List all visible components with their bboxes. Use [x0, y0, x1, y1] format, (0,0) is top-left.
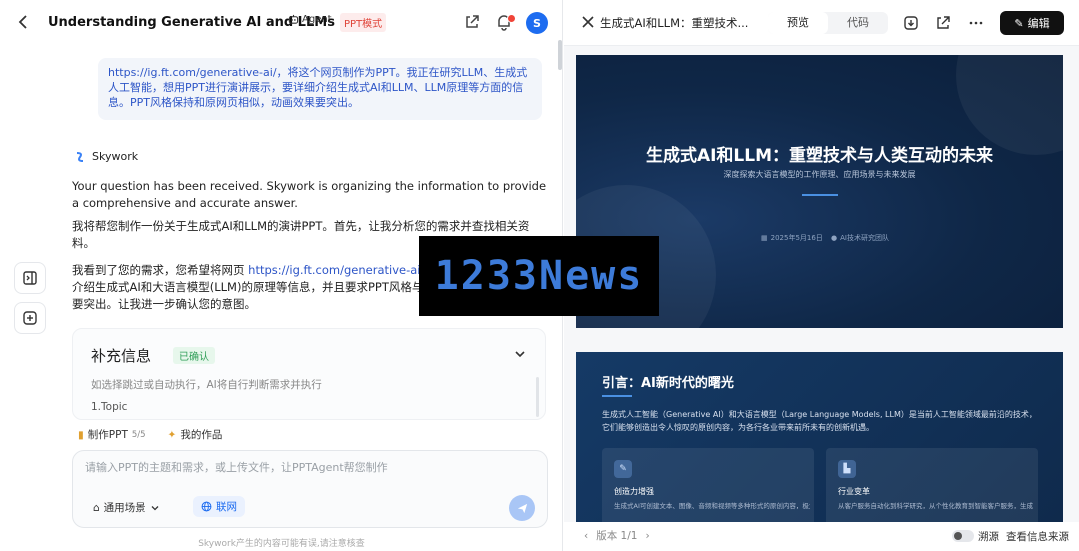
prompt-input[interactable] — [85, 461, 525, 474]
my-works-label: 我的作品 — [180, 429, 223, 441]
slide-cover-date: ▦ 2025年5月16日 — [761, 233, 823, 243]
answer-english: Your question has been received. Skywork… — [72, 179, 547, 210]
plus-icon — [23, 311, 37, 325]
supplement-scrollbar[interactable] — [536, 377, 539, 417]
assistant-header: Skywork — [74, 150, 138, 163]
disclaimer: Skywork产生的内容可能有误,请注意核查 — [198, 539, 365, 549]
my-works-chip[interactable]: ✦ 我的作品 — [161, 424, 229, 445]
tab-preview[interactable]: 预览 — [768, 12, 828, 34]
calendar-icon: ▦ — [761, 234, 768, 242]
share-icon[interactable] — [934, 14, 952, 32]
preview-title: 生成式AI和LLM：重塑技术... — [600, 16, 749, 30]
scene-selector[interactable]: ⌂ 通用场景 — [87, 497, 166, 518]
assistant-name: Skywork — [92, 150, 139, 163]
brush-icon: ✎ — [614, 460, 632, 478]
preview-footer: ‹ 版本 1/1 › 溯源 查看信息来源 — [564, 522, 1079, 551]
avatar[interactable]: S — [526, 12, 548, 34]
version-label: 版本 1/1 — [596, 530, 638, 542]
notification-dot — [507, 14, 516, 23]
slide-intro-card: ▙ 行业变革 从客户服务自动化到科学研究，从个性化教育到智能客户服务，生成 — [826, 448, 1038, 522]
send-icon — [517, 503, 527, 513]
chevron-down-icon — [151, 505, 159, 510]
confirmed-badge: 已确认 — [173, 347, 215, 364]
slide-cover-author: ● AI技术研究团队 — [831, 233, 889, 243]
chat-scrollbar[interactable] — [558, 40, 562, 70]
make-ppt-count: 5/5 — [131, 429, 146, 440]
network-toggle[interactable]: 联网 — [193, 496, 245, 517]
back-arrow-icon[interactable] — [14, 12, 34, 32]
slide-intro[interactable]: 引言：AI新时代的曙光 生成式人工智能（Generative AI）和大语言模型… — [576, 352, 1063, 522]
make-ppt-chip[interactable]: ▮ 制作PPT 5/5 — [72, 424, 152, 445]
download-icon[interactable] — [902, 14, 920, 32]
chevron-down-icon[interactable] — [513, 347, 527, 361]
slide-cover-author-text: AI技术研究团队 — [840, 234, 889, 242]
card-text: 从客户服务自动化到科学研究，从个性化教育到智能客户服务，生成 — [838, 502, 1033, 510]
collapse-panel-button[interactable] — [14, 262, 46, 294]
view-switch: 预览 代码 — [768, 12, 888, 34]
edit-button[interactable]: ✎ 编辑 — [1000, 11, 1064, 35]
supplement-card: 补充信息 已确认 如选择跳过或自动执行，AI将自行判断需求并执行 1.Topic — [72, 328, 546, 420]
user-icon: ● — [831, 234, 838, 242]
make-ppt-label: 制作PPT — [87, 429, 128, 441]
skywork-logo-icon — [76, 151, 84, 162]
slide-intro-card: ✎ 创造力增强 生成式AI可创建文本、图像、音频和视频等多种形式的原创内容，极大 — [602, 448, 814, 522]
slide-intro-title: 引言：AI新时代的曙光 — [602, 376, 734, 391]
slide-cover-divider — [802, 194, 838, 196]
share-icon[interactable] — [462, 12, 482, 32]
tab-code[interactable]: 代码 — [828, 12, 888, 34]
version-pager: ‹ 版本 1/1 › — [584, 528, 650, 543]
view-sources-link[interactable]: 查看信息来源 — [1006, 529, 1069, 544]
close-icon[interactable] — [580, 14, 596, 30]
card-text: 生成式AI可创建文本、图像、音频和视频等多种形式的原创内容，极大 — [614, 502, 810, 510]
pencil-icon: ✎ — [1014, 16, 1024, 30]
globe-icon — [201, 501, 212, 512]
agent-icon — [288, 14, 299, 24]
scene-icon: ⌂ — [93, 501, 100, 514]
watermark-text: 1233News — [434, 253, 644, 299]
supplement-desc: 如选择跳过或自动执行，AI将自行判断需求并执行 — [91, 379, 322, 391]
factory-icon: ▙ — [838, 460, 856, 478]
slide-intro-bar — [602, 395, 632, 397]
answer-confirm-link[interactable]: https://ig.ft.com/generative-ai/ — [248, 263, 424, 277]
watermark-logo: 1233News — [419, 236, 659, 316]
slide-cover-title: 生成式AI和LLM：重塑技术与人类互动的未来 — [645, 146, 994, 166]
supplement-topic: 1.Topic — [91, 401, 128, 413]
slide-cover-subtitle: 深度探索大语言模型的工作原理、应用场景与未来发展 — [723, 170, 916, 179]
card-title: 行业变革 — [838, 487, 870, 496]
agent-badge: Agent — [288, 14, 332, 25]
chevron-right-icon[interactable]: › — [645, 530, 649, 542]
answer-confirm-pre: 我看到了您的需求，您希望将网页 — [72, 263, 249, 277]
ppt-mode-tag[interactable]: PPT模式 — [340, 13, 387, 32]
network-label: 联网 — [216, 501, 237, 513]
scene-label: 通用场景 — [103, 502, 146, 514]
card-title: 创造力增强 — [614, 487, 654, 496]
agent-label: Agent — [302, 14, 332, 25]
supplement-title: 补充信息 — [91, 347, 152, 365]
send-button[interactable] — [509, 495, 535, 521]
user-message-link[interactable]: https://ig.ft.com/generative-ai/ — [108, 66, 277, 79]
decor-circle — [956, 55, 1063, 155]
trace-label: 溯源 — [978, 531, 999, 543]
preview-header: 生成式AI和LLM：重塑技术... 预览 代码 ✎ 编辑 — [564, 0, 1079, 46]
user-message: https://ig.ft.com/generative-ai/，将这个网页制作… — [98, 58, 542, 120]
more-icon[interactable] — [967, 14, 985, 32]
chevron-left-icon[interactable]: ‹ — [584, 530, 588, 542]
slide-cover-date-text: 2025年5月16日 — [770, 234, 823, 242]
trace-toggle[interactable] — [952, 530, 974, 542]
slide-intro-body: 生成式人工智能（Generative AI）和大语言模型（Large Langu… — [602, 410, 1037, 432]
works-icon: ✦ — [167, 428, 177, 441]
ppt-icon: ▮ — [78, 428, 84, 441]
chat-header: Understanding Generative AI and LLMs Age… — [0, 0, 563, 46]
panel-toggle-icon — [23, 271, 37, 285]
quick-chips: ▮ 制作PPT 5/5 ✦ 我的作品 — [72, 424, 229, 445]
prompt-box: ⌂ 通用场景 联网 — [72, 450, 548, 528]
edit-label: 编辑 — [1027, 17, 1050, 30]
new-chat-button[interactable] — [14, 302, 46, 334]
